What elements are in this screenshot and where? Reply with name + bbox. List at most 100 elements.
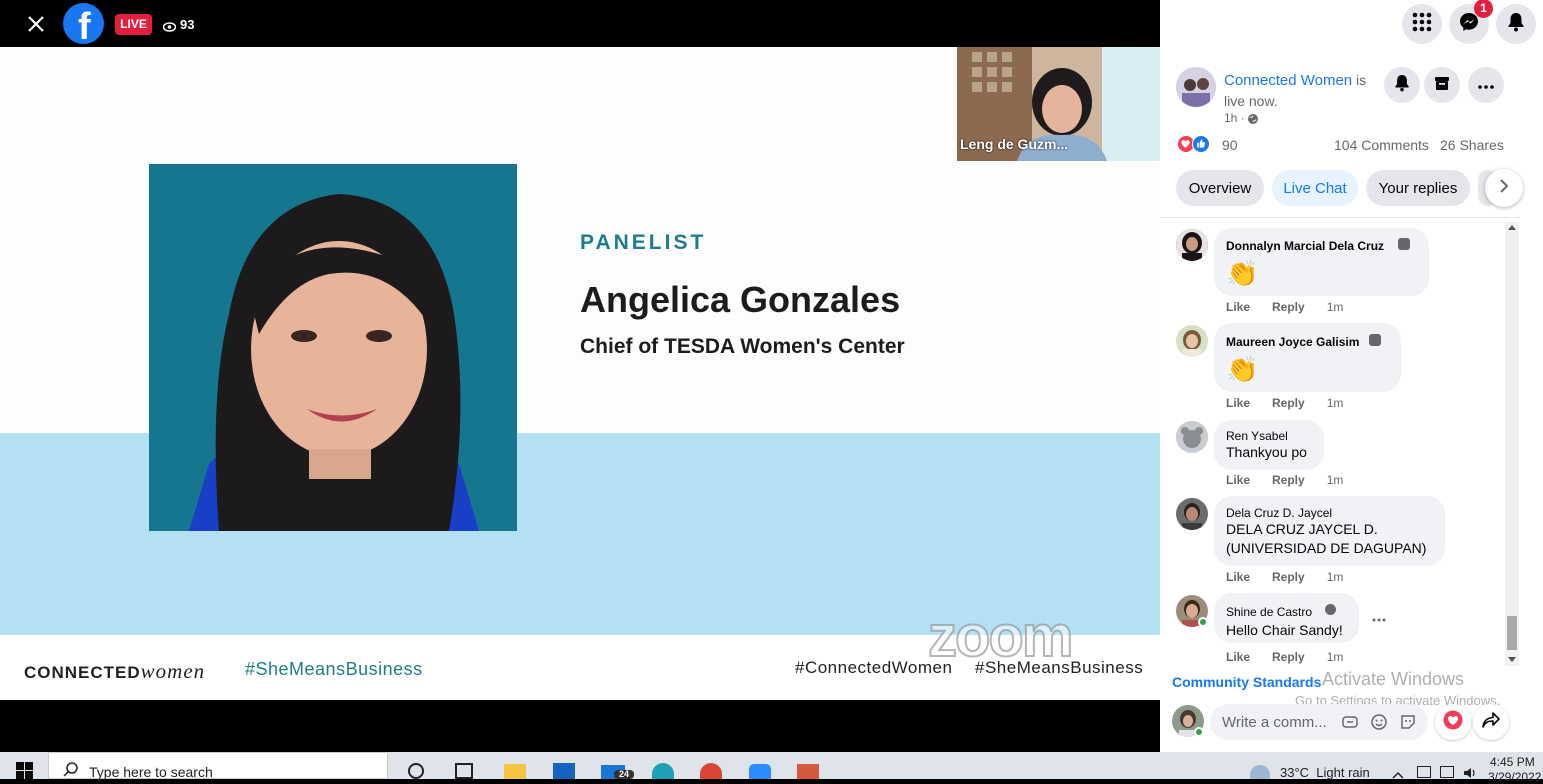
commenter-avatar[interactable] [1176, 498, 1208, 530]
reply-link[interactable]: Reply [1272, 570, 1305, 584]
comment-actions: Like Reply 1m [1226, 570, 1365, 584]
facebook-logo-icon[interactable]: f [63, 3, 104, 44]
comment-time[interactable]: 1m [1327, 473, 1344, 487]
taskbar-search-box[interactable]: Type here to search [48, 752, 388, 780]
grid-icon [1412, 12, 1432, 37]
page-name-link[interactable]: Connected Women [1224, 72, 1352, 89]
chevron-right-icon [1499, 178, 1509, 198]
shares-count[interactable]: 26 Shares [1440, 137, 1504, 153]
reply-link[interactable]: Reply [1272, 650, 1305, 664]
cortana-icon[interactable] [408, 763, 424, 779]
notifications-button[interactable] [1496, 4, 1536, 44]
commenter-name[interactable]: Shine de Castro [1226, 605, 1312, 619]
chat-scrollbar[interactable] [1505, 222, 1519, 666]
clock-date[interactable]: 3/29/2022 [1488, 770, 1541, 784]
commenter-avatar[interactable] [1176, 229, 1208, 261]
weather-text[interactable]: 33°C Light rain [1280, 765, 1370, 780]
emoji-icon[interactable] [1371, 714, 1387, 735]
store-icon[interactable] [553, 763, 575, 779]
reaction-count[interactable]: 90 [1222, 137, 1238, 153]
like-link[interactable]: Like [1226, 300, 1250, 314]
like-link[interactable]: Like [1226, 396, 1250, 410]
more-icon [1478, 76, 1494, 94]
chevron-up-icon[interactable] [1392, 766, 1404, 779]
eye-icon [162, 19, 177, 32]
commenter-name[interactable]: Donnalyn Marcial Dela Cruz [1226, 239, 1384, 253]
reply-link[interactable]: Reply [1272, 300, 1305, 314]
comment-text: 👏 [1226, 258, 1259, 288]
windows-taskbar: Type here to search 24 33°C Light rain 4… [0, 752, 1543, 784]
close-icon[interactable] [24, 12, 48, 36]
scroll-thumb[interactable] [1507, 616, 1517, 650]
share-button[interactable] [1473, 704, 1509, 740]
tab-live-chat[interactable]: Live Chat [1272, 170, 1358, 206]
bell-icon [1394, 74, 1410, 97]
info-icon [1325, 604, 1336, 615]
comment-actions: Like Reply 1m [1226, 650, 1365, 664]
like-reaction-icon[interactable] [1192, 135, 1210, 153]
scroll-up-arrow-icon[interactable] [1508, 225, 1516, 230]
send-love-button[interactable] [1435, 704, 1471, 740]
zoom-app-icon[interactable] [749, 764, 771, 779]
task-view-icon[interactable] [455, 763, 473, 779]
online-status-dot [1194, 727, 1204, 737]
tab-your-replies[interactable]: Your replies [1366, 170, 1470, 206]
speaker-app-icon[interactable] [797, 764, 819, 779]
follow-bell-button[interactable] [1384, 67, 1420, 103]
archive-icon [1434, 75, 1450, 96]
like-link[interactable]: Like [1226, 570, 1250, 584]
comment-time[interactable]: 1m [1327, 650, 1344, 664]
comment-time[interactable]: 1m [1327, 396, 1344, 410]
comment-time[interactable]: 1m [1327, 300, 1344, 314]
gif-icon[interactable] [1342, 714, 1358, 735]
network-icon[interactable] [1440, 766, 1454, 778]
reply-link[interactable]: Reply [1272, 473, 1305, 487]
bell-icon [1507, 12, 1525, 37]
badge-icon [1369, 334, 1381, 346]
comments-count[interactable]: 104 Comments [1334, 137, 1429, 153]
reply-link[interactable]: Reply [1272, 396, 1305, 410]
commenter-name[interactable]: Maureen Joyce Galisim [1226, 335, 1359, 349]
comment-time[interactable]: 1m [1327, 570, 1344, 584]
video-top-bar: f LIVE 93 [0, 0, 1160, 47]
page-avatar[interactable] [1176, 67, 1216, 107]
zoom-watermark: zoom [927, 603, 1074, 670]
clock-time[interactable]: 4:45 PM [1490, 755, 1535, 769]
comment-more-icon[interactable] [1371, 612, 1387, 628]
panelist-photo [149, 164, 517, 531]
live-chat-panel: 1 Connected Women is live now. 1h · 90 1… [1160, 0, 1543, 752]
weather-icon [1250, 765, 1270, 779]
like-link[interactable]: Like [1226, 473, 1250, 487]
like-link[interactable]: Like [1226, 650, 1250, 664]
chrome-icon[interactable] [700, 763, 722, 779]
brand-logo: CONNECTEDwomen [24, 659, 205, 684]
comment-input-placeholder: Write a comm... [1222, 714, 1327, 731]
file-explorer-icon[interactable] [504, 764, 526, 779]
comment-text: 👏 [1226, 354, 1259, 384]
panelist-role: PANELIST [580, 231, 707, 254]
commenter-name[interactable]: Dela Cruz D. Jaycel [1226, 506, 1332, 520]
scroll-down-arrow-icon[interactable] [1508, 657, 1516, 662]
sticker-icon[interactable] [1400, 714, 1416, 735]
tabs-next-button[interactable] [1485, 169, 1523, 207]
save-button[interactable] [1424, 67, 1460, 103]
heart-icon [1443, 710, 1463, 735]
more-options-button[interactable] [1468, 67, 1504, 103]
taskbar-search-placeholder: Type here to search [89, 764, 213, 780]
post-time[interactable]: 1h · [1224, 111, 1245, 125]
brand-logo-italic: women [140, 659, 206, 683]
share-arrow-icon [1482, 711, 1500, 733]
community-standards-link[interactable]: Community Standards [1172, 674, 1321, 690]
comment-actions: Like Reply 1m [1226, 396, 1365, 410]
globe-icon [1247, 112, 1259, 124]
edge-icon[interactable] [652, 763, 674, 779]
windows-start-icon[interactable] [16, 762, 33, 779]
volume-icon[interactable] [1463, 766, 1477, 778]
tab-overview[interactable]: Overview [1176, 170, 1264, 206]
comment-input[interactable]: Write a comm... [1210, 704, 1428, 740]
commenter-avatar[interactable] [1176, 421, 1208, 453]
menu-button[interactable] [1402, 4, 1442, 44]
commenter-avatar[interactable] [1176, 325, 1208, 357]
keyboard-icon[interactable] [1417, 766, 1431, 778]
commenter-name[interactable]: Ren Ysabel [1226, 429, 1288, 443]
